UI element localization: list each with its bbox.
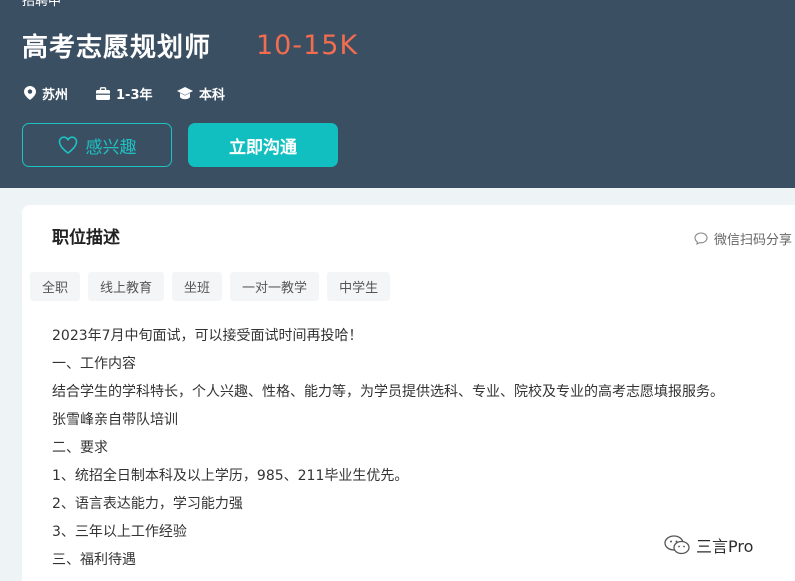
interest-button[interactable]: 感兴趣: [22, 123, 172, 167]
description-line: 2、语言表达能力，学习能力强: [52, 496, 243, 512]
description-line: 1、统招全日制本科及以上学历，985、211毕业生优先。: [52, 468, 409, 484]
tag: 一对一教学: [230, 272, 320, 301]
chat-now-button[interactable]: 立即沟通: [188, 123, 338, 167]
chat-button-label: 立即沟通: [229, 137, 297, 158]
meta-education: 本科: [177, 83, 225, 103]
city-label: 苏州: [42, 87, 69, 103]
job-header-banner: 招聘中 高考志愿规划师 10-15K 苏州 1-3年 本科 感兴趣 立即沟通: [0, 0, 795, 188]
job-tags: 全职 线上教育 坐班 一对一教学 中学生: [30, 272, 391, 301]
description-line: 张雪峰亲自带队培训: [52, 412, 178, 428]
salary: 10-15K: [256, 30, 359, 61]
description-line: 二、要求: [52, 440, 108, 456]
experience-label: 1-3年: [116, 87, 153, 103]
tag: 线上教育: [88, 272, 165, 301]
meta-experience: 1-3年: [96, 83, 153, 103]
graduation-cap-icon: [177, 86, 193, 99]
education-label: 本科: [199, 87, 226, 103]
description-line: 结合学生的学科特长，个人兴趣、性格、能力等，为学员提供选科、专业、院校及专业的高…: [52, 384, 724, 400]
wechat-logo-icon: [664, 535, 690, 555]
chat-bubble-icon: [694, 232, 708, 245]
watermark-text: 三言Pro: [696, 537, 754, 556]
meta-city: 苏州: [24, 83, 68, 103]
job-title: 高考志愿规划师: [22, 33, 212, 63]
tag: 全职: [30, 272, 81, 301]
briefcase-icon: [96, 86, 110, 100]
watermark: 三言Pro: [664, 533, 753, 557]
description-line: 一、工作内容: [52, 356, 136, 372]
description-line: 2023年7月中旬面试，可以接受面试时间再投哈！: [52, 328, 363, 344]
tag: 中学生: [327, 272, 391, 301]
heart-icon: [58, 136, 77, 154]
location-pin-icon: [24, 86, 36, 100]
wechat-share-link[interactable]: 微信扫码分享: [694, 229, 792, 248]
tag: 坐班: [172, 272, 223, 301]
interest-button-label: 感兴趣: [85, 137, 137, 158]
job-status: 招聘中: [22, 0, 62, 9]
share-label: 微信扫码分享: [714, 233, 793, 248]
section-title: 职位描述: [52, 228, 120, 248]
